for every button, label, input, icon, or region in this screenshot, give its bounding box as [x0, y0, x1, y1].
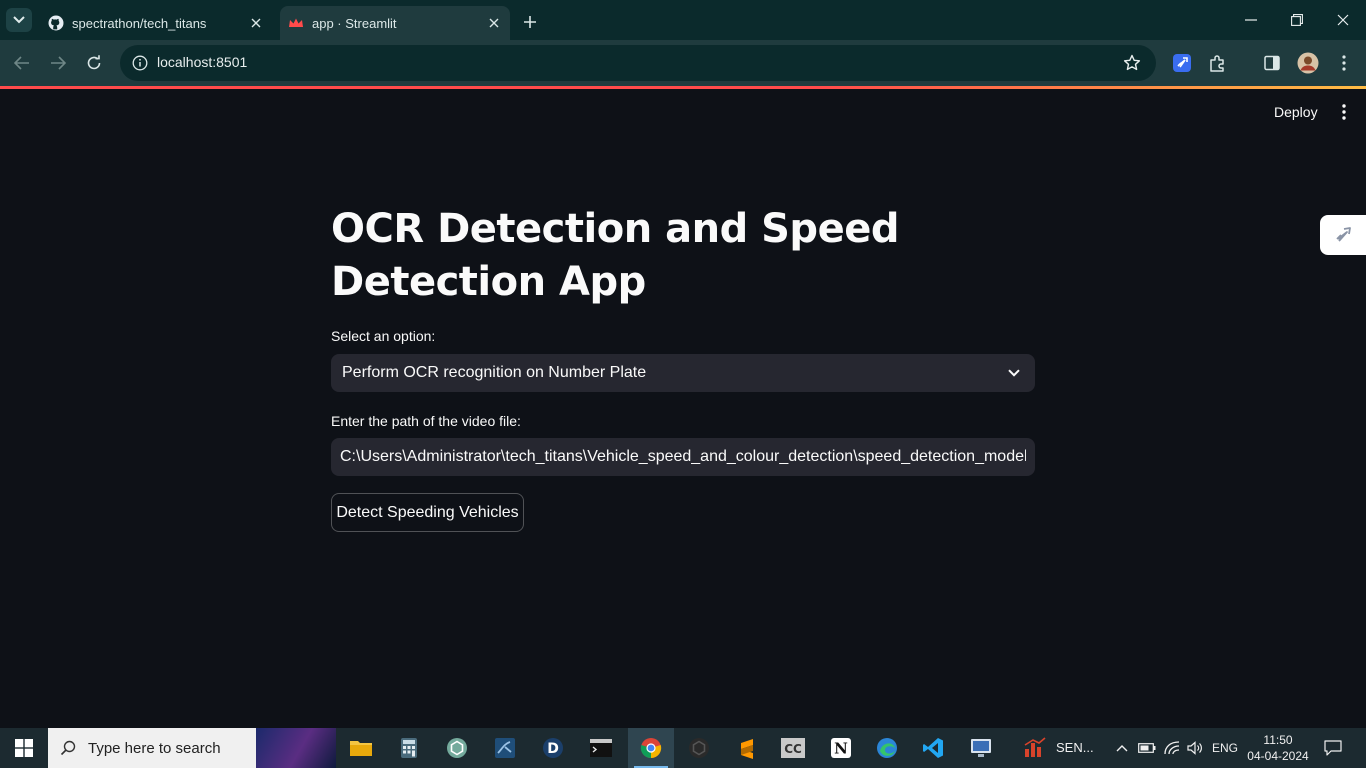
- taskbar-clock[interactable]: 11:50 04-04-2024: [1242, 732, 1314, 764]
- option-select[interactable]: Perform OCR recognition on Number Plate: [331, 354, 1035, 392]
- reload-icon: [87, 55, 101, 70]
- notifications-icon[interactable]: [1320, 728, 1346, 768]
- forward-button[interactable]: [44, 49, 72, 77]
- input-language[interactable]: ENG: [1212, 741, 1238, 755]
- start-button[interactable]: [0, 728, 48, 768]
- terminal-icon[interactable]: [578, 728, 624, 768]
- selected-option: Perform OCR recognition on Number Plate: [342, 364, 647, 381]
- calculator-icon[interactable]: [386, 728, 432, 768]
- mysql-workbench-icon[interactable]: [482, 728, 528, 768]
- minimize-icon: [1245, 19, 1257, 21]
- close-window-button[interactable]: [1320, 0, 1366, 40]
- address-bar[interactable]: localhost:8501: [120, 45, 1156, 81]
- svg-text:N: N: [834, 740, 848, 758]
- chevron-down-icon: [1005, 364, 1023, 382]
- remote-desktop-icon[interactable]: [958, 728, 1004, 768]
- search-placeholder: Type here to search: [88, 739, 221, 757]
- profile-avatar[interactable]: [1296, 51, 1320, 75]
- browser-tab-strip: spectrathon/tech_titans app · Streamlit: [0, 0, 1366, 40]
- edge-icon[interactable]: [864, 728, 910, 768]
- side-panel-icon[interactable]: [1260, 51, 1284, 75]
- app-main-menu-icon[interactable]: [1332, 101, 1356, 123]
- windows-taskbar: Type here to search D CC N SEN... ENG 11…: [0, 728, 1366, 768]
- close-icon: [1337, 14, 1349, 26]
- bookmark-star-icon[interactable]: [1122, 53, 1142, 73]
- file-explorer-icon[interactable]: [338, 728, 384, 768]
- site-info-icon[interactable]: [130, 53, 150, 73]
- tab-title: spectrathon/tech_titans: [72, 15, 207, 31]
- cc-app-icon[interactable]: CC: [770, 728, 816, 768]
- battery-icon[interactable]: [1136, 728, 1158, 768]
- chatgpt-icon[interactable]: [434, 728, 480, 768]
- close-tab-icon[interactable]: [246, 13, 266, 33]
- floating-rocket-widget[interactable]: [1320, 215, 1366, 255]
- new-tab-button[interactable]: [518, 10, 542, 34]
- browser-menu-icon[interactable]: [1332, 51, 1356, 75]
- rocket-icon: [1336, 227, 1351, 242]
- sublime-text-icon[interactable]: [724, 728, 770, 768]
- search-icon: [48, 728, 88, 768]
- vscode-icon[interactable]: [910, 728, 956, 768]
- reload-button[interactable]: [80, 49, 108, 77]
- taskbar-app-label[interactable]: SEN...: [1056, 740, 1094, 755]
- back-button[interactable]: [8, 49, 36, 77]
- clock-date: 04-04-2024: [1247, 749, 1309, 763]
- dbeaver-d-icon[interactable]: D: [530, 728, 576, 768]
- streamlit-app: Deploy OCR Detection and Speed Detection…: [0, 89, 1366, 728]
- streamlit-crown-icon: [288, 15, 304, 31]
- video-path-label: Enter the path of the video file:: [331, 413, 521, 429]
- arrow-right-icon: [51, 56, 66, 70]
- show-hidden-icons-chevron-up-icon[interactable]: [1112, 728, 1132, 768]
- taskbar-search[interactable]: Type here to search: [48, 728, 336, 768]
- minimize-button[interactable]: [1228, 0, 1274, 40]
- arrow-left-icon: [14, 56, 29, 70]
- extensions-puzzle-icon[interactable]: [1206, 51, 1230, 75]
- tab-title: app · Streamlit: [312, 15, 397, 31]
- browser-toolbar: localhost:8501: [0, 40, 1366, 86]
- chevron-down-icon: [13, 16, 25, 24]
- github-icon: [48, 15, 64, 31]
- deploy-button[interactable]: Deploy: [1266, 101, 1326, 123]
- restore-button[interactable]: [1274, 0, 1320, 40]
- restore-icon: [1291, 14, 1303, 26]
- video-path-input[interactable]: [331, 438, 1035, 476]
- svg-text:CC: CC: [784, 742, 802, 756]
- close-tab-icon[interactable]: [484, 13, 504, 33]
- search-highlight-image: [256, 728, 336, 768]
- notion-icon[interactable]: N: [818, 728, 864, 768]
- tab-github[interactable]: spectrathon/tech_titans: [40, 6, 272, 40]
- tab-streamlit-app[interactable]: app · Streamlit: [280, 6, 510, 40]
- url-text[interactable]: localhost:8501: [157, 54, 247, 70]
- plus-icon: [524, 16, 536, 28]
- detect-speeding-button[interactable]: Detect Speeding Vehicles: [331, 493, 524, 532]
- svg-text:D: D: [547, 741, 559, 757]
- tab-search-button[interactable]: [6, 8, 32, 32]
- select-label: Select an option:: [331, 328, 436, 344]
- wifi-icon[interactable]: [1160, 728, 1184, 768]
- chrome-icon[interactable]: [628, 728, 674, 768]
- windows-logo-icon: [15, 739, 33, 757]
- extension-rocket-icon[interactable]: [1170, 51, 1194, 75]
- chart-app-icon[interactable]: [1012, 728, 1058, 768]
- clock-time: 11:50: [1263, 733, 1293, 747]
- page-title: OCR Detection and Speed Detection App: [331, 206, 899, 305]
- speaker-volume-icon[interactable]: [1184, 728, 1206, 768]
- openai-dark-icon[interactable]: [676, 728, 722, 768]
